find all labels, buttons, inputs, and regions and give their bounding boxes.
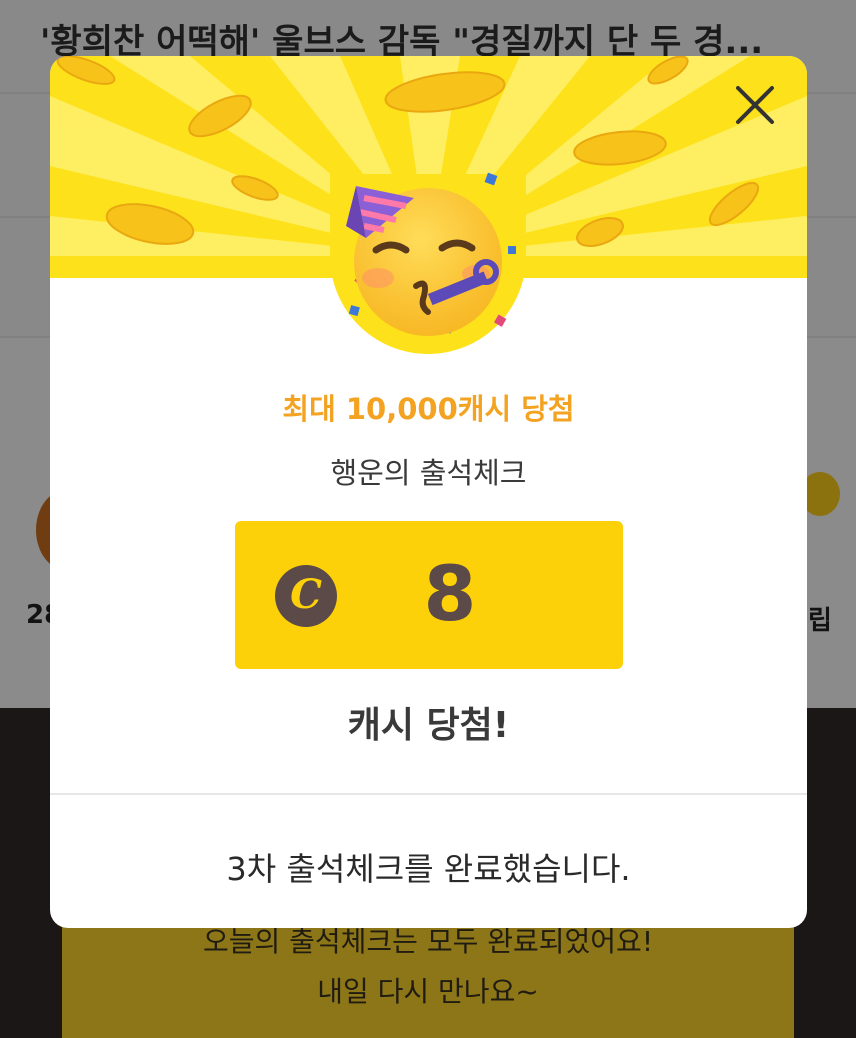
cash-coin-symbol: C xyxy=(290,571,322,618)
attendance-subtitle: 행운의 출석체크 xyxy=(330,456,527,490)
attendance-modal: 최대 10,000캐시 당첨 행운의 출석체크 C 8 캐시 당첨! 3차 출석… xyxy=(50,56,807,928)
close-icon xyxy=(736,86,774,124)
partying-face-icon xyxy=(336,156,526,346)
cash-win-text: 캐시 당첨! xyxy=(347,705,510,746)
cash-amount: 8 xyxy=(423,549,477,638)
cash-coin-icon: C xyxy=(275,565,337,627)
cash-result-box: C 8 xyxy=(235,521,623,669)
divider xyxy=(50,793,807,795)
close-button[interactable] xyxy=(730,80,780,130)
attendance-complete-message: 3차 출석체크를 완료했습니다. xyxy=(226,850,631,888)
max-prize-headline: 최대 10,000캐시 당첨 xyxy=(282,392,575,426)
